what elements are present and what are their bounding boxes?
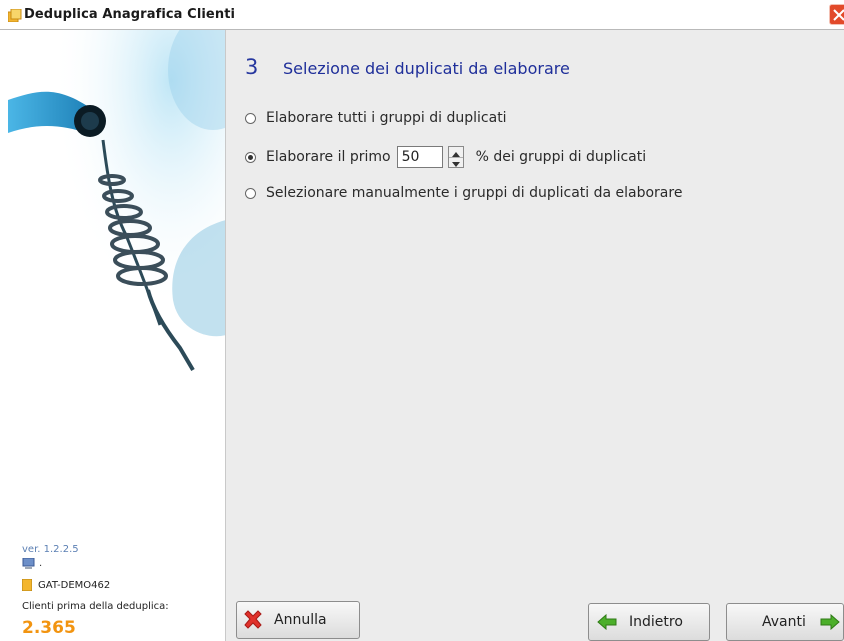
window-title: Deduplica Anagrafica Clienti xyxy=(24,7,236,22)
stepper-down-icon[interactable] xyxy=(449,157,463,167)
database-name: GAT-DEMO462 xyxy=(38,580,111,591)
step-number: 3 xyxy=(245,55,259,79)
back-button[interactable]: Indietro xyxy=(588,603,710,641)
title-bar: Deduplica Anagrafica Clienti xyxy=(0,0,844,30)
option-process-first-label: Elaborare il primo xyxy=(266,149,391,165)
main-panel: 3 Selezione dei duplicati da elaborare E… xyxy=(226,30,844,641)
percent-input[interactable] xyxy=(396,146,443,168)
green-arrow-left-icon xyxy=(597,614,617,630)
computer-name: . xyxy=(39,558,43,569)
back-button-label: Indietro xyxy=(629,614,683,630)
close-button[interactable] xyxy=(829,4,844,25)
option-select-manually-label: Selezionare manualmente i gruppi di dupl… xyxy=(266,185,683,201)
client-count-label: Clienti prima della deduplica: xyxy=(22,601,169,612)
option-select-manually[interactable]: Selezionare manualmente i gruppi di dupl… xyxy=(245,185,682,201)
option-process-first-percent[interactable]: Elaborare il primo % dei gruppi di dupli… xyxy=(245,146,646,168)
green-arrow-right-icon xyxy=(820,614,840,630)
close-x-icon xyxy=(833,9,844,21)
folder-app-icon xyxy=(8,9,22,22)
telephone-cord-artwork xyxy=(8,30,225,450)
radio-process-first-percent[interactable] xyxy=(245,151,256,163)
sidebar: ver. 1.2.2.5 . GAT-DEMO462 Clienti prima… xyxy=(8,30,226,641)
percent-stepper[interactable] xyxy=(447,146,464,168)
radio-select-manually[interactable] xyxy=(245,187,256,199)
computer-icon xyxy=(22,558,35,569)
percent-suffix-label: % dei gruppi di duplicati xyxy=(475,149,647,165)
next-button[interactable]: Avanti xyxy=(726,603,844,641)
cancel-button[interactable]: Annulla xyxy=(236,601,360,639)
red-x-icon xyxy=(244,610,262,629)
database-icon xyxy=(22,579,32,591)
option-process-all-label: Elaborare tutti i gruppi di duplicati xyxy=(266,110,507,126)
version-label: ver. 1.2.2.5 xyxy=(22,544,79,555)
radio-process-all[interactable] xyxy=(245,112,256,124)
cancel-button-label: Annulla xyxy=(274,612,327,628)
option-process-all[interactable]: Elaborare tutti i gruppi di duplicati xyxy=(245,110,507,126)
client-count-value: 2.365 xyxy=(22,618,76,638)
step-title: Selezione dei duplicati da elaborare xyxy=(283,59,570,78)
next-button-label: Avanti xyxy=(762,614,806,630)
